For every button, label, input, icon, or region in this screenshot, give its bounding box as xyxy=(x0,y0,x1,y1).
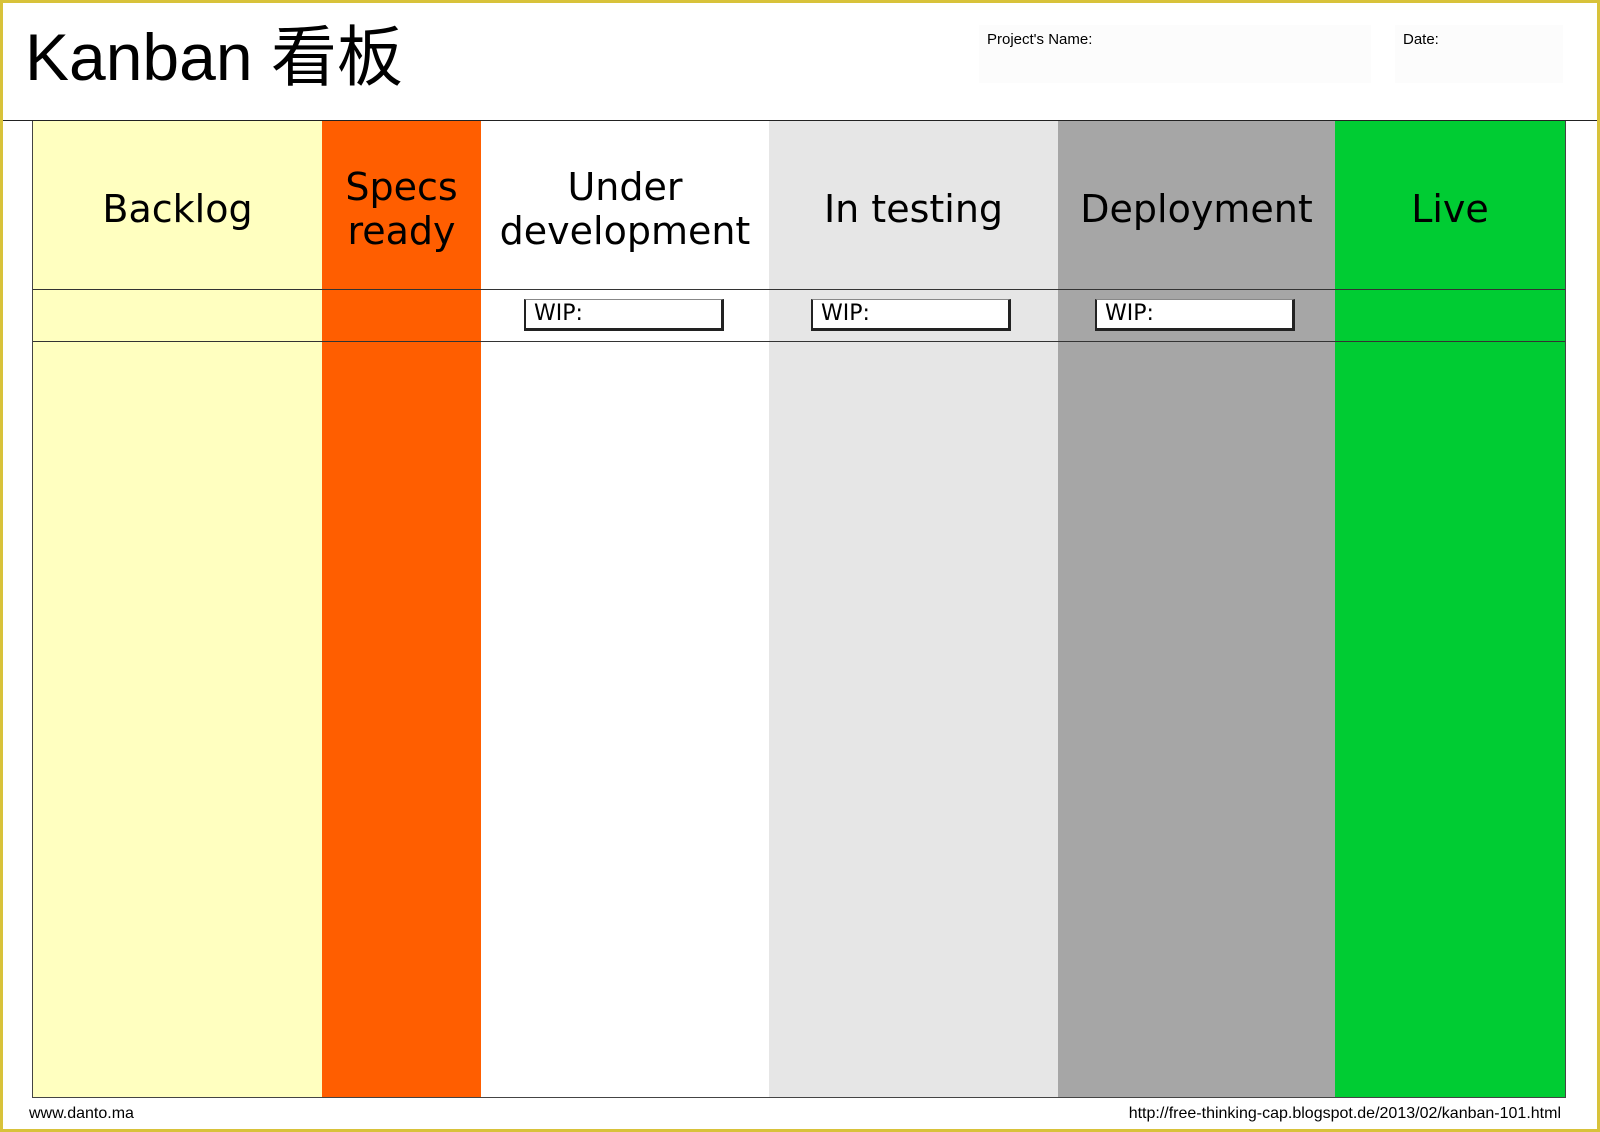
footer-credit: www.danto.ma xyxy=(29,1105,134,1122)
wip-field-in-testing[interactable]: WIP: xyxy=(811,299,1011,331)
header-row-divider xyxy=(33,289,1565,290)
column-live: Live xyxy=(1335,121,1565,1097)
wip-field-under-development[interactable]: WIP: xyxy=(524,299,724,331)
column-deployment: Deployment WIP: xyxy=(1058,121,1335,1097)
project-name-label: Project's Name: xyxy=(987,31,1093,48)
kanban-board-page: Kanban 看板 Project's Name: Date: Backlog … xyxy=(0,0,1600,1132)
column-title-in-testing: In testing xyxy=(823,187,1004,231)
column-specs-ready: Specs ready xyxy=(322,121,481,1097)
column-title-live: Live xyxy=(1411,187,1489,231)
column-title-deployment: Deployment xyxy=(1080,187,1313,231)
footer-source-url: http://free-thinking-cap.blogspot.de/201… xyxy=(1128,1105,1561,1122)
column-title-backlog: Backlog xyxy=(102,187,253,231)
column-backlog: Backlog xyxy=(33,121,322,1097)
column-title-under-development: Under development xyxy=(499,165,751,253)
column-under-development: Under development WIP: xyxy=(481,121,769,1097)
page-title: Kanban 看板 xyxy=(25,20,403,94)
kanban-board: Backlog Specs ready Under development WI… xyxy=(32,121,1566,1098)
project-name-field[interactable]: Project's Name: xyxy=(979,25,1371,83)
wip-row-divider xyxy=(33,341,1565,342)
date-label: Date: xyxy=(1403,31,1439,48)
column-in-testing: In testing WIP: xyxy=(769,121,1058,1097)
column-title-specs-ready: Specs ready xyxy=(345,165,458,253)
date-field[interactable]: Date: xyxy=(1395,25,1563,83)
wip-field-deployment[interactable]: WIP: xyxy=(1095,299,1295,331)
